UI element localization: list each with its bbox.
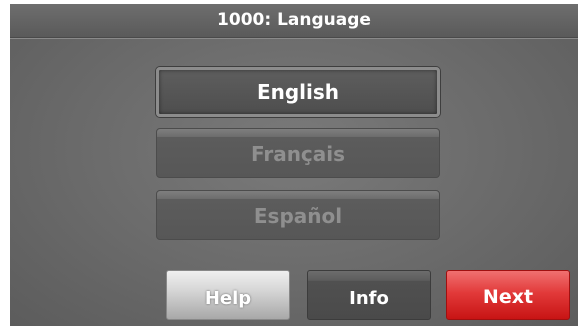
next-button[interactable]: Next bbox=[446, 270, 570, 320]
thermostat-screen: 1000: Language English Français Español … bbox=[10, 4, 578, 326]
page-title: 1000: Language bbox=[10, 4, 578, 38]
language-option-english[interactable]: English bbox=[156, 67, 440, 117]
language-option-spanish[interactable]: Español bbox=[156, 190, 440, 240]
info-button[interactable]: Info bbox=[307, 270, 431, 320]
language-option-french[interactable]: Français bbox=[156, 128, 440, 178]
help-button[interactable]: Help bbox=[166, 270, 290, 320]
